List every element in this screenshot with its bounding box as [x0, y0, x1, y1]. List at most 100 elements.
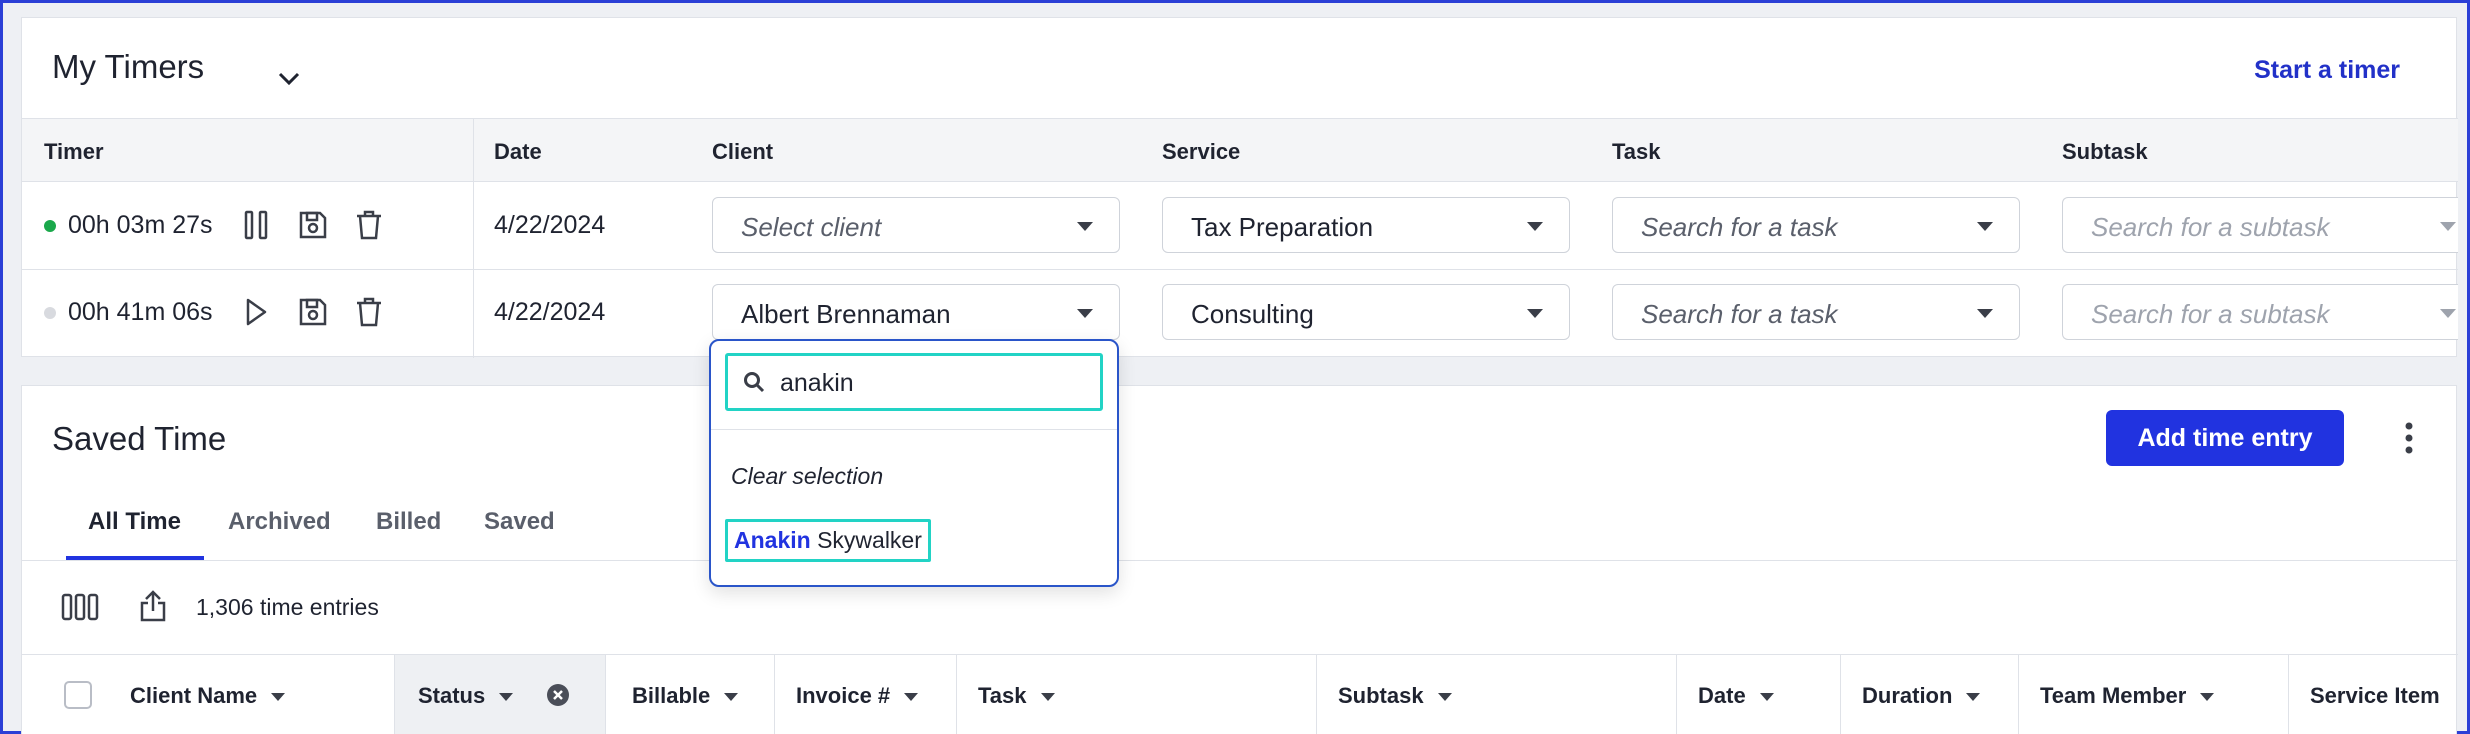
- my-timers-panel: My Timers Start a timer Timer Date Clien…: [21, 17, 2458, 358]
- client-dropdown-menu: anakin Clear selection Anakin Skywalker: [709, 339, 1119, 587]
- sort-caret-icon: [1437, 693, 1452, 702]
- trash-icon[interactable]: [352, 294, 386, 330]
- column-header-label: Date: [1698, 683, 1746, 708]
- column-header-service-item[interactable]: Service Item: [2310, 683, 2440, 709]
- sort-caret-icon: [904, 693, 919, 702]
- sort-caret-icon: [271, 693, 286, 702]
- column-header-label: Billable: [632, 683, 711, 708]
- service-select-value: Consulting: [1191, 299, 1314, 329]
- caret-down-icon: [1527, 222, 1543, 231]
- column-header-label: Client Name: [130, 683, 258, 708]
- column-header-label: Task: [978, 683, 1027, 708]
- save-icon[interactable]: [296, 295, 330, 329]
- column-header-label: Invoice #: [796, 683, 891, 708]
- option-match-text: Anakin: [734, 527, 811, 553]
- tab-archived[interactable]: Archived: [228, 508, 331, 536]
- task-select-placeholder: Search for a task: [1641, 212, 1838, 242]
- sort-caret-icon: [2200, 693, 2215, 702]
- save-icon[interactable]: [296, 208, 330, 242]
- client-search-box[interactable]: anakin: [725, 353, 1103, 411]
- timer-date: 4/22/2024: [494, 211, 606, 239]
- timer-date: 4/22/2024: [494, 298, 606, 326]
- subtask-select-placeholder: Search for a subtask: [2091, 212, 2330, 242]
- column-header-client-name[interactable]: Client Name: [130, 683, 286, 709]
- tab-all-time[interactable]: All Time: [88, 508, 181, 536]
- task-select[interactable]: Search for a task: [1612, 197, 2020, 253]
- columns-icon[interactable]: [60, 590, 100, 624]
- saved-table-header: Client Name Status Billable Invoice # Ta…: [22, 655, 2458, 734]
- tabs-divider: [22, 560, 2458, 561]
- task-select[interactable]: Search for a task: [1612, 284, 2020, 340]
- service-select[interactable]: Tax Preparation: [1162, 197, 1570, 253]
- timer-row: 00h 03m 27s 4/22/2024 Select client Tax …: [22, 182, 2458, 269]
- service-select-value: Tax Preparation: [1191, 212, 1374, 242]
- pause-icon[interactable]: [240, 208, 272, 242]
- column-header-billable[interactable]: Billable: [632, 683, 739, 709]
- column-header-task[interactable]: Task: [978, 683, 1055, 709]
- export-share-icon[interactable]: [136, 586, 170, 626]
- search-icon: [742, 370, 766, 394]
- caret-down-icon: [2440, 222, 2456, 231]
- column-divider: [2018, 655, 2019, 734]
- column-header-invoice[interactable]: Invoice #: [796, 683, 919, 709]
- select-all-checkbox[interactable]: [64, 681, 92, 709]
- column-header-date: Date: [494, 139, 542, 164]
- tab-saved[interactable]: Saved: [484, 508, 555, 536]
- caret-down-icon: [1527, 309, 1543, 318]
- time-entries-count: 1,306 time entries: [196, 594, 379, 620]
- client-select-placeholder: Select client: [741, 212, 882, 242]
- task-select-placeholder: Search for a task: [1641, 299, 1838, 329]
- client-search-input[interactable]: anakin: [780, 369, 854, 398]
- chevron-down-icon[interactable]: [272, 62, 306, 96]
- add-time-entry-button[interactable]: Add time entry: [2106, 410, 2344, 466]
- service-select[interactable]: Consulting: [1162, 284, 1570, 340]
- column-header-label: Subtask: [1338, 683, 1424, 708]
- column-header-label: Duration: [1862, 683, 1953, 708]
- caret-down-icon: [1977, 222, 1993, 231]
- caret-down-icon: [2440, 309, 2456, 318]
- sort-caret-icon: [1040, 693, 1055, 702]
- sort-caret-icon: [499, 693, 514, 702]
- column-divider: [1316, 655, 1317, 734]
- saved-time-title: Saved Time: [52, 420, 227, 457]
- timer-elapsed: 00h 03m 27s: [68, 211, 213, 239]
- paused-status-dot: [44, 307, 56, 319]
- column-divider: [1676, 655, 1677, 734]
- start-timer-link[interactable]: Start a timer: [2254, 56, 2400, 85]
- clear-filter-icon[interactable]: [544, 681, 572, 709]
- caret-down-icon: [1077, 222, 1093, 231]
- column-header-timer: Timer: [44, 139, 104, 164]
- subtask-select[interactable]: Search for a subtask: [2062, 284, 2458, 340]
- column-header-task: Task: [1612, 139, 1661, 164]
- column-divider: [774, 655, 775, 734]
- caret-down-icon: [1977, 309, 1993, 318]
- caret-down-icon: [1077, 309, 1093, 318]
- timer-row: 00h 41m 06s 4/22/2024 Albert Brennaman C…: [22, 270, 2458, 357]
- client-option-anakin-skywalker[interactable]: Anakin Skywalker: [725, 519, 931, 562]
- client-select[interactable]: Albert Brennaman: [712, 284, 1120, 340]
- column-header-client: Client: [712, 139, 774, 164]
- column-divider: [1840, 655, 1841, 734]
- play-icon[interactable]: [240, 295, 272, 329]
- subtask-select-placeholder: Search for a subtask: [2091, 299, 2330, 329]
- clear-selection-option[interactable]: Clear selection: [731, 463, 883, 490]
- column-header-service: Service: [1162, 139, 1241, 164]
- sort-caret-icon: [724, 693, 739, 702]
- saved-time-panel: Saved Time Add time entry All Time Archi…: [21, 385, 2458, 734]
- trash-icon[interactable]: [352, 207, 386, 243]
- column-header-label: Status: [418, 683, 486, 708]
- column-header-team-member[interactable]: Team Member: [2040, 683, 2215, 709]
- dropdown-divider: [711, 429, 1117, 430]
- column-header-label: Team Member: [2040, 683, 2187, 708]
- subtask-select[interactable]: Search for a subtask: [2062, 197, 2458, 253]
- column-header-date[interactable]: Date: [1698, 683, 1774, 709]
- tab-billed[interactable]: Billed: [376, 508, 441, 536]
- more-vertical-icon[interactable]: [2392, 418, 2426, 458]
- app-frame: My Timers Start a timer Timer Date Clien…: [0, 0, 2470, 734]
- column-header-status[interactable]: Status: [418, 683, 514, 709]
- sort-caret-icon: [1966, 693, 1981, 702]
- sort-caret-icon: [1759, 693, 1774, 702]
- client-select[interactable]: Select client: [712, 197, 1120, 253]
- column-header-duration[interactable]: Duration: [1862, 683, 1981, 709]
- column-header-subtask[interactable]: Subtask: [1338, 683, 1452, 709]
